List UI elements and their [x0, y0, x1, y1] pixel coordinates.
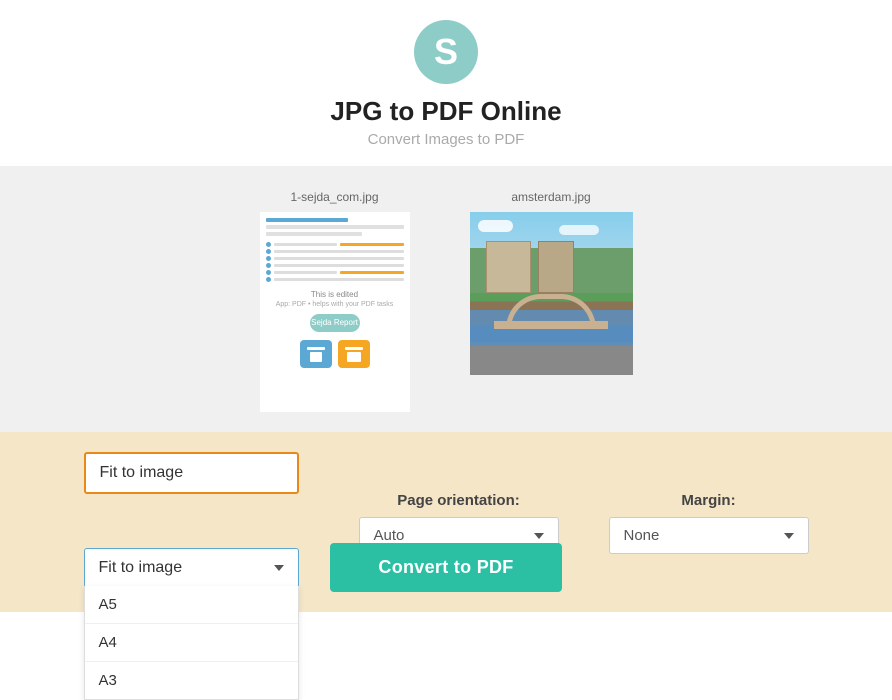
convert-btn-row: Convert to PDF	[0, 543, 892, 592]
filename-photo: amsterdam.jpg	[511, 190, 590, 204]
doc-signature: Sejda Report	[266, 312, 404, 332]
doc-edited-label: This is edited	[266, 290, 404, 299]
doc-icons	[266, 340, 404, 368]
orientation-arrow-icon	[534, 533, 544, 539]
margin-label: Margin:	[609, 492, 809, 509]
doc-list-4	[266, 263, 404, 268]
page-size-open-value: Fit to image	[100, 464, 184, 482]
doc-list-section	[266, 242, 404, 282]
doc-sub-label: App: PDF • helps with your PDF tasks	[266, 301, 404, 308]
page-orientation-value: Auto	[374, 527, 405, 544]
doc-row-1	[266, 218, 349, 222]
controls-middle: Page orientation: Auto Margin: None	[359, 452, 809, 554]
doc-row-3	[266, 232, 363, 236]
page-size-dropdown-menu: A5 A4 A3	[84, 586, 299, 700]
doc-list-2	[266, 249, 404, 254]
doc-list-6	[266, 277, 404, 282]
logo-letter: S	[434, 34, 458, 70]
doc-list-3	[266, 256, 404, 261]
option-a4[interactable]: A4	[85, 624, 298, 662]
document-preview: This is edited App: PDF • helps with you…	[260, 212, 410, 412]
option-a5[interactable]: A5	[85, 586, 298, 624]
thumbnail-photo: amsterdam.jpg	[470, 190, 633, 412]
filename-document: 1-sejda_com.jpg	[290, 190, 378, 204]
margin-value: None	[624, 527, 660, 544]
option-a3[interactable]: A3	[85, 662, 298, 699]
margin-arrow-icon	[784, 533, 794, 539]
app-subtitle: Convert Images to PDF	[0, 131, 892, 148]
thumbnails-row: 1-sejda_com.jpg This is edited App: PDF …	[0, 190, 892, 432]
page-size-open-dropdown[interactable]: Fit to image	[84, 452, 299, 494]
main-area: 1-sejda_com.jpg This is edited App: PDF …	[0, 166, 892, 612]
doc-list-5	[266, 270, 404, 275]
page-orientation-label: Page orientation:	[359, 492, 559, 509]
header: S JPG to PDF Online Convert Images to PD…	[0, 0, 892, 166]
doc-icon-yellow	[338, 340, 370, 368]
convert-button[interactable]: Convert to PDF	[330, 543, 561, 592]
control-panel: Fit to image A5 A4 A3 Fit to image Page …	[0, 432, 892, 612]
thumbnail-document: 1-sejda_com.jpg This is edited App: PDF …	[260, 190, 410, 412]
doc-row-2	[266, 225, 404, 229]
doc-list-1	[266, 242, 404, 247]
doc-icon-blue	[300, 340, 332, 368]
app-title: JPG to PDF Online	[0, 96, 892, 127]
logo: S	[414, 20, 478, 84]
amsterdam-photo	[470, 212, 633, 375]
